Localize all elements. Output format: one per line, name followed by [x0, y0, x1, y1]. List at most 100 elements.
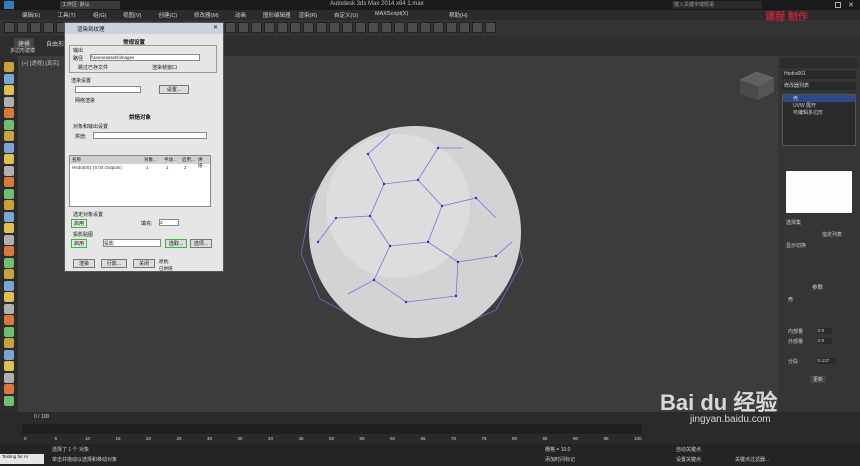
menu-item-9[interactable]: 自定义(U)	[334, 11, 358, 19]
tool-icon[interactable]	[4, 200, 14, 210]
key-filters-button[interactable]: 关键点过滤器...	[735, 456, 769, 463]
projection-enabled-checkbox[interactable]: 启用	[71, 239, 88, 248]
pick-button[interactable]: 选取...	[165, 239, 187, 248]
toolbar-button[interactable]	[17, 22, 28, 33]
path-input[interactable]: \\sceneassets\images	[90, 54, 200, 61]
tool-icon[interactable]	[4, 223, 14, 233]
update-button[interactable]: 更新	[810, 376, 827, 383]
tool-icon[interactable]	[4, 326, 14, 337]
options-button[interactable]: 选项...	[190, 239, 212, 248]
tool-icon[interactable]	[4, 361, 14, 371]
menu-item-4[interactable]: 创建(C)	[159, 11, 178, 19]
menu-item-6[interactable]: 动画	[235, 11, 246, 19]
toolbar-button[interactable]	[43, 22, 54, 33]
tool-icon[interactable]	[4, 269, 14, 279]
workspace-select[interactable]: 工作区: 默认	[60, 1, 120, 9]
object-name-field[interactable]: Hedra001	[782, 71, 856, 79]
render-frame-checkbox[interactable]: 渲染帧窗口	[152, 64, 177, 71]
param-inner-value[interactable]: 0.0	[818, 328, 832, 334]
time-slider-label[interactable]: 0 / 100	[34, 414, 49, 420]
render-button[interactable]: 渲染	[73, 259, 95, 268]
menu-item-2[interactable]: 组(G)	[93, 11, 106, 19]
menu-item-3[interactable]: 视图(V)	[123, 11, 141, 19]
tool-icon[interactable]	[4, 165, 14, 176]
section-bake-objects[interactable]: 烘焙对象	[129, 113, 151, 121]
tool-icon[interactable]	[4, 395, 14, 406]
rollout-display-toggle[interactable]: 显示切换	[786, 242, 806, 249]
rollout-parameters[interactable]: 参数	[812, 283, 823, 291]
add-time-tag[interactable]: 添加时间标记	[545, 456, 575, 463]
stack-item-shell[interactable]: 壳	[783, 95, 855, 102]
toolbar-button[interactable]	[459, 22, 470, 33]
menu-item-0[interactable]: 编辑(E)	[22, 11, 40, 19]
tool-icon[interactable]	[4, 73, 14, 84]
param-outer-value[interactable]: 0.0	[818, 338, 832, 344]
toolbar-button[interactable]	[433, 22, 444, 33]
maximize-icon[interactable]	[835, 2, 841, 8]
tool-icon[interactable]	[4, 154, 14, 164]
toolbar-button[interactable]	[316, 22, 327, 33]
projection-method-select[interactable]: 投影	[103, 239, 161, 247]
auto-key-button[interactable]: 自动关键点	[676, 446, 701, 453]
toolbar-button[interactable]	[446, 22, 457, 33]
tool-icon[interactable]	[4, 85, 14, 95]
unwrap-only-button[interactable]: 行影...	[101, 259, 127, 268]
toolbar-button[interactable]	[251, 22, 262, 33]
search-input[interactable]: 键入关键字或短语	[672, 1, 762, 9]
bake-mode-select[interactable]	[93, 132, 207, 139]
tool-icon[interactable]	[4, 349, 14, 360]
toolbar-button[interactable]	[277, 22, 288, 33]
settings-button[interactable]: 设置...	[159, 85, 189, 94]
toolbar-button[interactable]	[4, 22, 15, 33]
viewcube-icon[interactable]	[739, 71, 775, 100]
tool-icon[interactable]	[4, 292, 14, 302]
table-col-enabled[interactable]: 启用...	[182, 157, 195, 163]
tool-icon[interactable]	[4, 338, 14, 348]
tool-icon[interactable]	[4, 108, 14, 118]
tool-icon[interactable]	[4, 62, 14, 72]
toolbar-button[interactable]	[368, 22, 379, 33]
tool-icon[interactable]	[4, 131, 14, 141]
set-key-button[interactable]: 设置关键点	[676, 456, 701, 463]
toolbar-button[interactable]	[30, 22, 41, 33]
table-col-manual[interactable]: 手动...	[164, 157, 177, 163]
toolbar-button[interactable]	[303, 22, 314, 33]
assign-list-button[interactable]: 指定列表	[822, 231, 842, 238]
menu-item-7[interactable]: 图形编辑器	[263, 11, 291, 19]
tool-icon[interactable]	[4, 188, 14, 199]
tool-icon[interactable]	[4, 142, 14, 153]
tool-icon[interactable]	[4, 372, 14, 383]
tool-icon[interactable]	[4, 315, 14, 325]
menu-item-5[interactable]: 修改器(M)	[194, 11, 219, 19]
menu-item-8[interactable]: 渲染(R)	[299, 11, 318, 19]
enabled-checkbox[interactable]: 启用	[71, 219, 88, 228]
tool-icon[interactable]	[4, 96, 14, 107]
toolbar-button[interactable]	[329, 22, 340, 33]
select-set-button[interactable]: 选择集	[786, 219, 801, 226]
close-icon[interactable]: ✕	[848, 1, 854, 9]
toolbar-button[interactable]	[407, 22, 418, 33]
stack-item-editpoly[interactable]: 可编辑多边形	[783, 109, 855, 116]
app-logo-icon[interactable]	[4, 1, 14, 9]
toolbar-button[interactable]	[472, 22, 483, 33]
toolbar-button[interactable]	[225, 22, 236, 33]
toolbar-button[interactable]	[485, 22, 496, 33]
table-col-name[interactable]: 名称	[72, 157, 81, 163]
net-render-checkbox[interactable]: 网络渲染	[75, 97, 95, 104]
menu-item-11[interactable]: 帮助(H)	[449, 11, 468, 19]
menu-item-10[interactable]: MAXScript(X)	[375, 11, 408, 17]
tool-icon[interactable]	[4, 303, 14, 314]
toolbar-button[interactable]	[290, 22, 301, 33]
toolbar-button[interactable]	[394, 22, 405, 33]
tool-icon[interactable]	[4, 119, 14, 130]
table-row[interactable]: Hedra001 (0:00 Outputs) 1 1 2	[70, 164, 210, 172]
param-segments-value[interactable]: 0.127	[818, 358, 836, 364]
stack-item-uvw[interactable]: UVW 展开	[783, 102, 855, 109]
menu-item-1[interactable]: 工具(T)	[58, 11, 76, 19]
toolbar-button[interactable]	[264, 22, 275, 33]
tool-icon[interactable]	[4, 211, 14, 222]
tool-icon[interactable]	[4, 234, 14, 245]
tool-icon[interactable]	[4, 384, 14, 394]
padding-input[interactable]: 2	[159, 219, 179, 226]
maxscript-listener[interactable]: Texting for AI	[0, 454, 44, 464]
